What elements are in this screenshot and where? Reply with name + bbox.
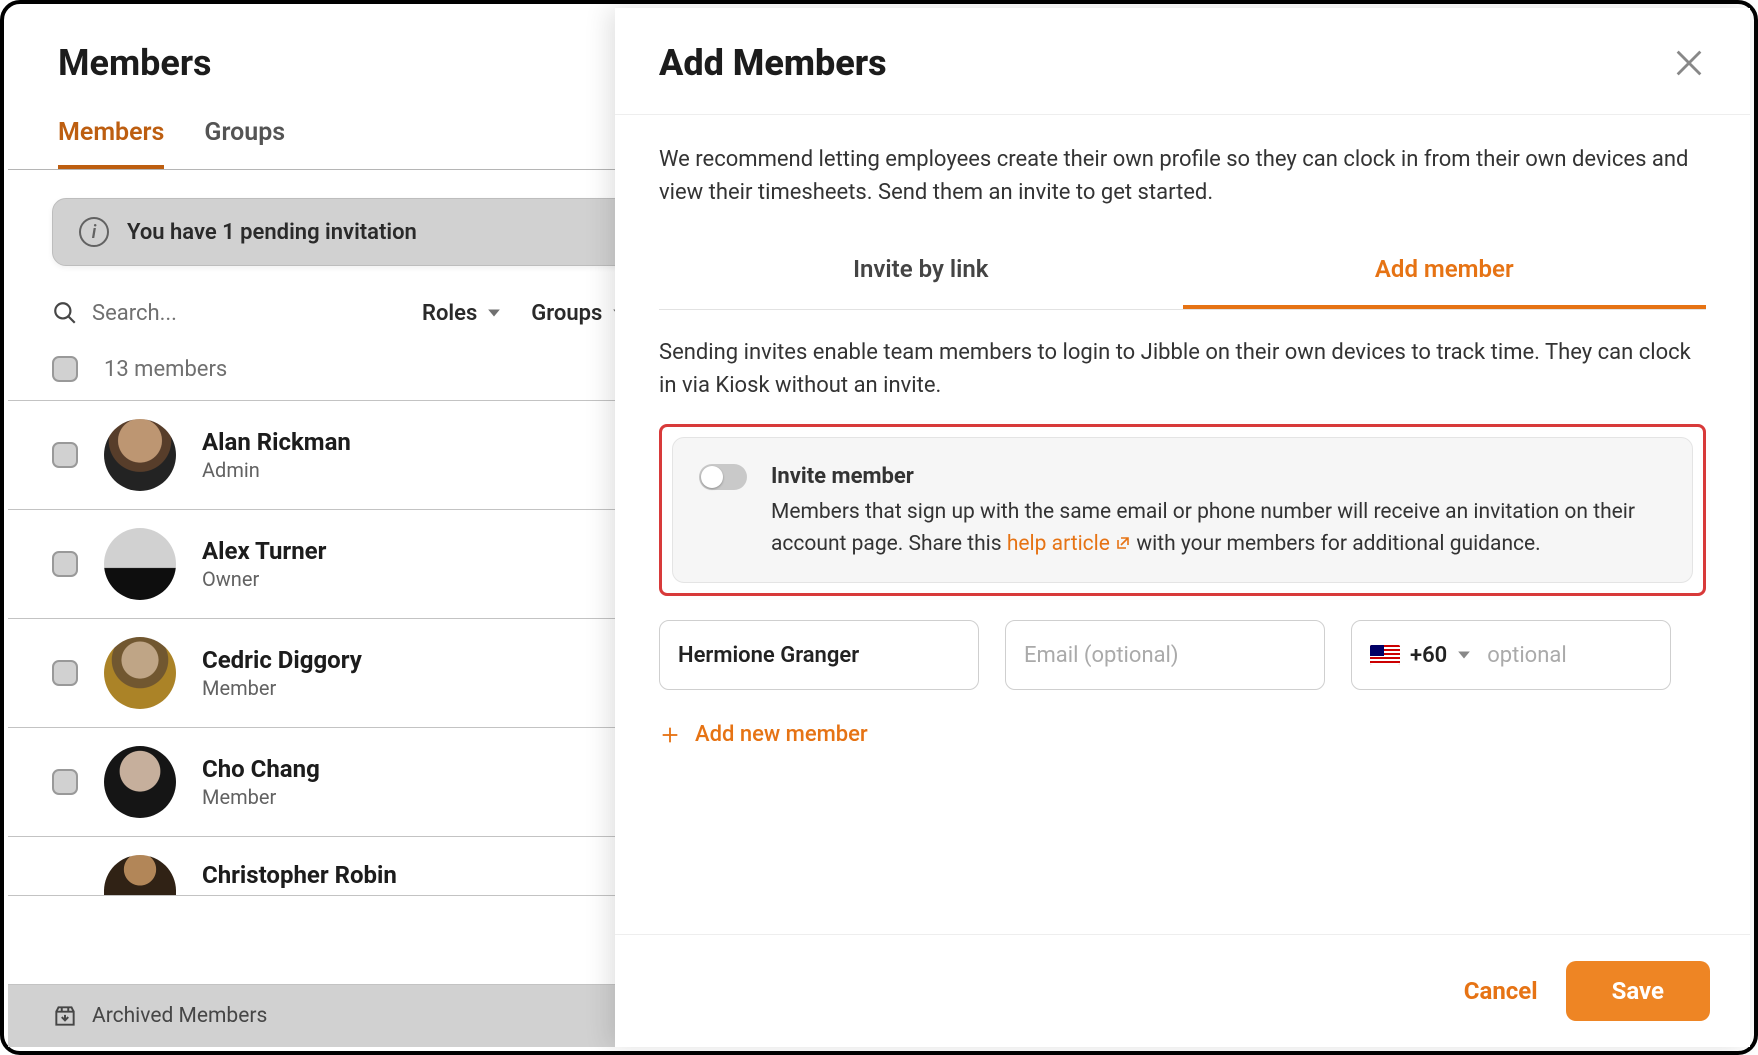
avatar: [104, 746, 176, 818]
select-all-checkbox[interactable]: [52, 356, 78, 382]
phone-placeholder: optional: [1487, 639, 1566, 672]
panel-header: Add Members: [615, 8, 1750, 115]
chevron-down-icon: [487, 306, 501, 320]
phone-prefix: +60: [1410, 639, 1447, 672]
save-button[interactable]: Save: [1566, 961, 1710, 1021]
member-name: Christopher Robin: [202, 861, 397, 889]
search-input[interactable]: Search...: [52, 300, 352, 326]
intro-text: We recommend letting employees create th…: [659, 143, 1706, 209]
row-checkbox[interactable]: [52, 442, 78, 468]
close-button[interactable]: [1672, 46, 1706, 80]
tab-invite-by-link[interactable]: Invite by link: [659, 237, 1183, 309]
phone-country-selector[interactable]: +60: [1370, 639, 1471, 672]
filter-groups[interactable]: Groups: [531, 301, 626, 326]
search-placeholder: Search...: [92, 301, 177, 326]
external-link-icon: [1115, 535, 1131, 551]
invite-member-toggle-card: Invite member Members that sign up with …: [672, 437, 1693, 583]
info-icon: i: [79, 217, 109, 247]
add-new-member-button[interactable]: Add new member: [659, 718, 1706, 751]
highlight-annotation: Invite member Members that sign up with …: [659, 424, 1706, 596]
name-field[interactable]: Hermione Granger: [659, 620, 979, 690]
tab-add-member[interactable]: Add member: [1183, 237, 1707, 309]
avatar: [104, 528, 176, 600]
search-icon: [52, 300, 78, 326]
plus-icon: [659, 724, 681, 746]
member-name: Alan Rickman: [202, 428, 351, 456]
chevron-down-icon: [1457, 648, 1471, 662]
close-icon: [1672, 46, 1706, 80]
name-value: Hermione Granger: [678, 639, 859, 672]
invite-member-toggle[interactable]: [699, 464, 747, 490]
phone-field[interactable]: +60 optional: [1351, 620, 1671, 690]
avatar: [104, 419, 176, 491]
row-checkbox[interactable]: [52, 660, 78, 686]
modal-tabs: Invite by link Add member: [659, 237, 1706, 310]
filter-roles[interactable]: Roles: [422, 301, 501, 326]
email-placeholder: Email (optional): [1024, 639, 1179, 672]
member-role: Member: [202, 785, 320, 809]
banner-text: You have 1 pending invitation: [127, 220, 417, 245]
row-checkbox[interactable]: [52, 551, 78, 577]
cancel-button[interactable]: Cancel: [1464, 977, 1538, 1005]
tab-groups[interactable]: Groups: [204, 104, 285, 169]
email-field[interactable]: Email (optional): [1005, 620, 1325, 690]
panel-body: We recommend letting employees create th…: [615, 115, 1750, 934]
member-name: Cedric Diggory: [202, 646, 362, 674]
member-form-row: Hermione Granger Email (optional) +60 op…: [659, 620, 1706, 690]
toggle-title: Invite member: [771, 460, 1666, 493]
member-name: Cho Chang: [202, 755, 320, 783]
toggle-description: Members that sign up with the same email…: [771, 497, 1666, 560]
panel-footer: Cancel Save: [615, 934, 1750, 1047]
avatar: [104, 855, 176, 895]
archive-icon: [52, 1003, 78, 1029]
member-role: Member: [202, 676, 362, 700]
tab-members[interactable]: Members: [58, 104, 164, 169]
row-checkbox[interactable]: [52, 769, 78, 795]
member-count: 13 members: [104, 357, 227, 382]
help-article-link[interactable]: help article: [1007, 532, 1131, 556]
member-role: Admin: [202, 458, 351, 482]
flag-icon: [1370, 645, 1400, 665]
add-members-panel: Add Members We recommend letting employe…: [615, 8, 1750, 1047]
panel-title: Add Members: [659, 42, 887, 84]
member-role: Owner: [202, 567, 326, 591]
avatar: [104, 637, 176, 709]
add-member-description: Sending invites enable team members to l…: [659, 336, 1706, 402]
member-name: Alex Turner: [202, 537, 326, 565]
